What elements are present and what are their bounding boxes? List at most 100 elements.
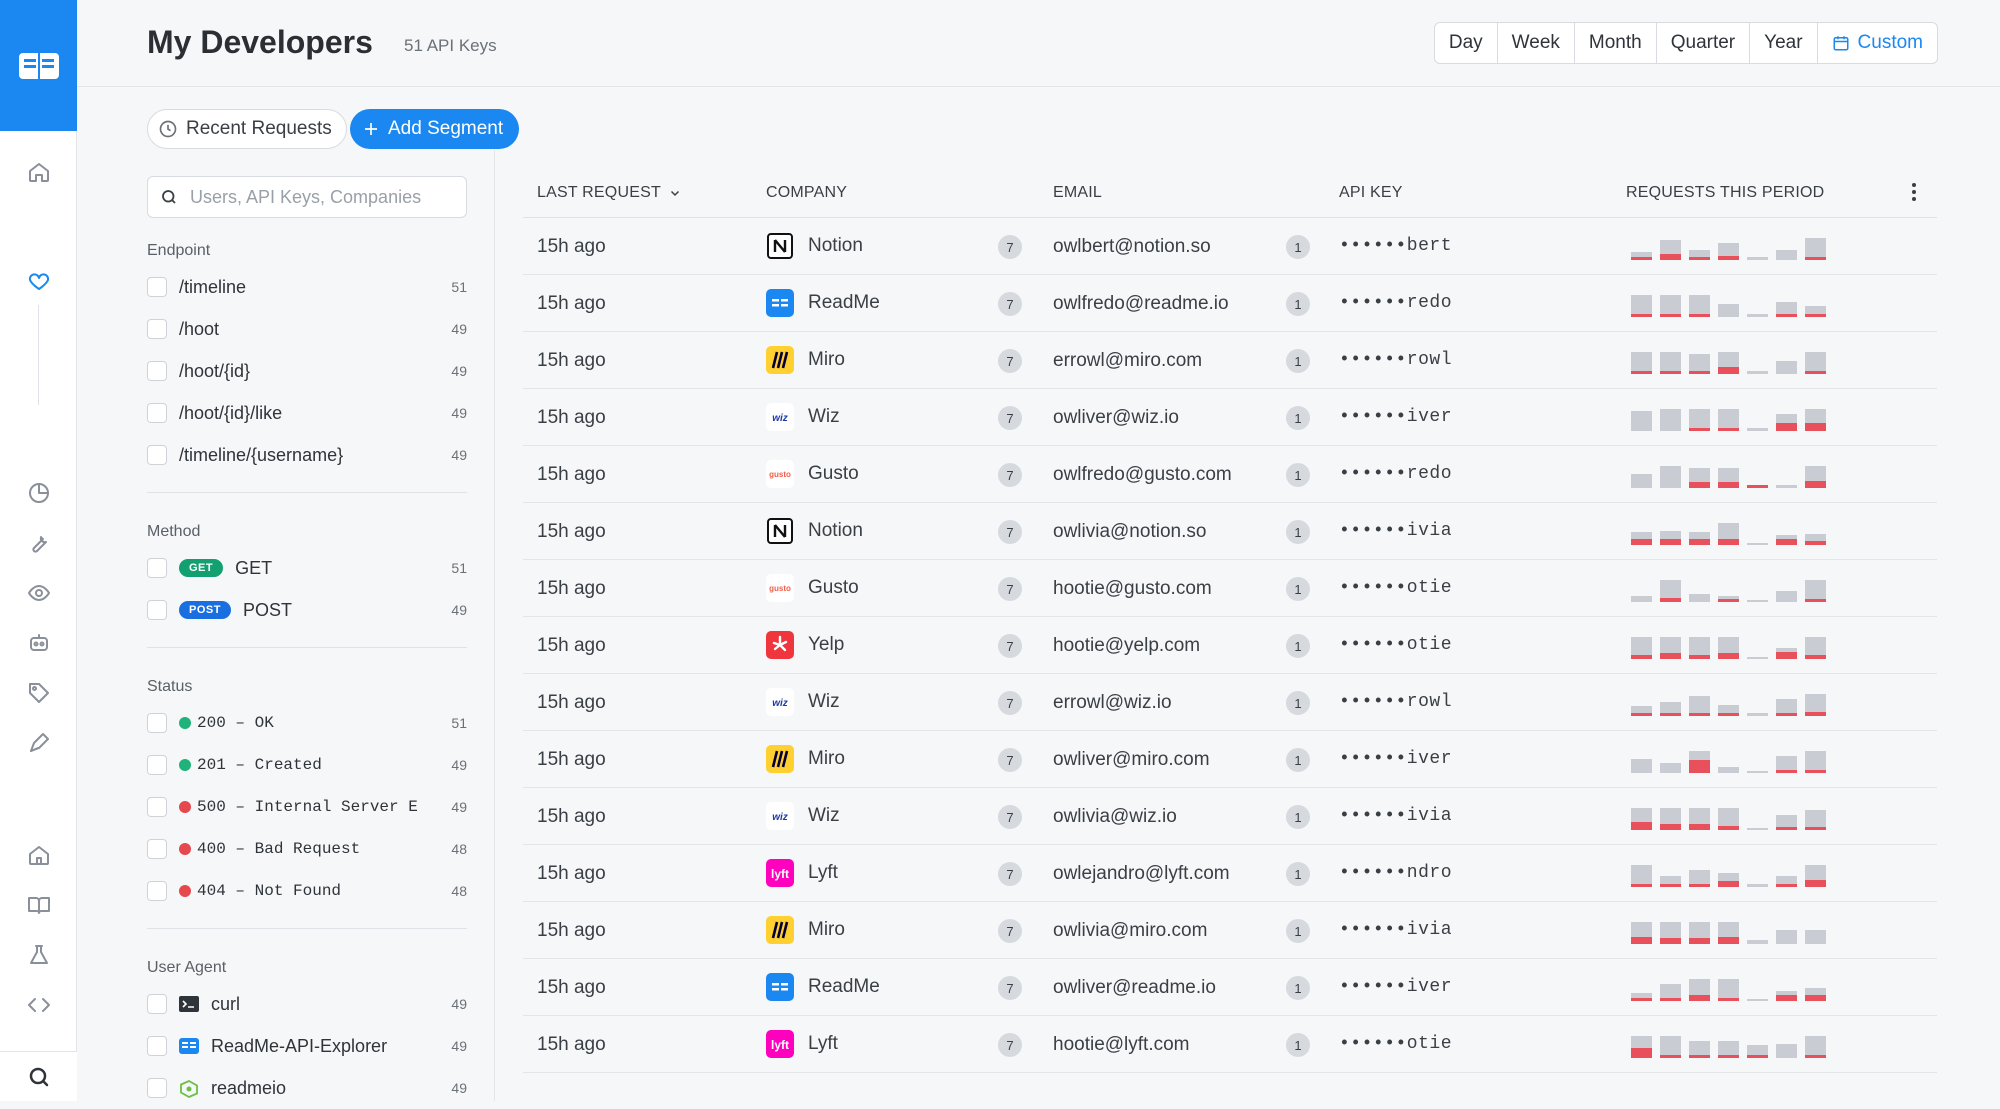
checkbox[interactable] [147,713,167,733]
endpoint-filter-3[interactable]: /hoot/{id}/like 49 [147,392,467,434]
checkbox[interactable] [147,319,167,339]
api-key[interactable]: ••••••ivia [1339,521,1452,541]
email[interactable]: owlivia@miro.com [1053,920,1207,942]
eye-icon[interactable] [26,580,52,606]
api-key[interactable]: ••••••redo [1339,293,1452,313]
table-row[interactable]: 15h ago wiz Wiz 7 owliver@wiz.io 1 ••••••iver [523,389,1937,446]
email[interactable]: owlbert@notion.so [1053,236,1211,258]
api-key[interactable]: ••••••iver [1339,407,1452,427]
recent-requests-button[interactable]: Recent Requests [147,109,347,149]
table-row[interactable]: 15h ago Notion 7 owlivia@notion.so 1 ••••••iv… [523,503,1937,560]
table-row[interactable]: 15h ago Miro 7 errowl@miro.com 1 ••••••rowl [523,332,1937,389]
table-row[interactable]: 15h ago gusto Gusto 7 hootie@gusto.com 1 •••••… [523,560,1937,617]
tag-icon[interactable] [26,680,52,706]
heart-icon[interactable] [26,268,52,294]
email[interactable]: owlfredo@readme.io [1053,293,1229,315]
method-filter-0[interactable]: GET GET 51 [147,547,467,589]
email[interactable]: hootie@yelp.com [1053,635,1200,657]
col-last-request[interactable]: LAST REQUEST [537,184,681,202]
checkbox[interactable] [147,445,167,465]
api-key[interactable]: ••••••ndro [1339,863,1452,883]
period-month[interactable]: Month [1575,23,1657,63]
code-icon[interactable] [26,992,52,1018]
status-filter-0[interactable]: 200 – OK 51 [147,702,467,744]
checkbox[interactable] [147,839,167,859]
endpoint-filter-1[interactable]: /hoot 49 [147,308,467,350]
checkbox[interactable] [147,558,167,578]
readme-logo[interactable] [0,0,77,131]
user-agent-filter-2[interactable]: readmeio 49 [147,1067,467,1109]
checkbox[interactable] [147,361,167,381]
period-year[interactable]: Year [1750,23,1818,63]
email[interactable]: owliver@wiz.io [1053,407,1179,429]
user-agent-filter-0[interactable]: curl 49 [147,983,467,1025]
api-key[interactable]: ••••••ivia [1339,920,1452,940]
checkbox[interactable] [147,403,167,423]
flask-icon[interactable] [26,942,52,968]
api-key[interactable]: ••••••iver [1339,749,1452,769]
col-company[interactable]: COMPANY [766,184,847,202]
checkbox[interactable] [147,277,167,297]
home-outline-icon[interactable] [26,842,52,868]
user-agent-filter-1[interactable]: ReadMe-API-Explorer 49 [147,1025,467,1067]
email[interactable]: owlejandro@lyft.com [1053,863,1230,885]
api-key[interactable]: ••••••otie [1339,635,1452,655]
robot-icon[interactable] [26,630,52,656]
period-quarter[interactable]: Quarter [1657,23,1751,63]
checkbox[interactable] [147,1078,167,1098]
wrench-icon[interactable] [26,530,52,556]
email[interactable]: owlivia@wiz.io [1053,806,1177,828]
api-key[interactable]: ••••••ivia [1339,806,1452,826]
status-filter-4[interactable]: 404 – Not Found 48 [147,870,467,912]
status-filter-2[interactable]: 500 – Internal Server E 49 [147,786,467,828]
email[interactable]: owliver@readme.io [1053,977,1216,999]
api-key[interactable]: ••••••otie [1339,578,1452,598]
table-row[interactable]: 15h ago lyft Lyft 7 hootie@lyft.com 1 ••••••ot… [523,1016,1937,1073]
endpoint-filter-0[interactable]: /timeline 51 [147,266,467,308]
api-key[interactable]: ••••••otie [1339,1034,1452,1054]
status-filter-1[interactable]: 201 – Created 49 [147,744,467,786]
email[interactable]: errowl@miro.com [1053,350,1202,372]
api-key[interactable]: ••••••redo [1339,464,1452,484]
table-row[interactable]: 15h ago gusto Gusto 7 owlfredo@gusto.com 1 •••… [523,446,1937,503]
checkbox[interactable] [147,600,167,620]
checkbox[interactable] [147,797,167,817]
email[interactable]: owlivia@notion.so [1053,521,1206,543]
api-key[interactable]: ••••••iver [1339,977,1452,997]
table-row[interactable]: 15h ago wiz Wiz 7 owlivia@wiz.io 1 ••••••ivia [523,788,1937,845]
col-email[interactable]: EMAIL [1053,184,1102,202]
pie-chart-icon[interactable] [26,480,52,506]
api-key[interactable]: ••••••bert [1339,236,1452,256]
table-row[interactable]: 15h ago Yelp 7 hootie@yelp.com 1 ••••••otie [523,617,1937,674]
table-row[interactable]: 15h ago ReadMe 7 owliver@readme.io 1 ••••••iv… [523,959,1937,1016]
table-row[interactable]: 15h ago Notion 7 owlbert@notion.so 1 ••••••be… [523,218,1937,275]
period-week[interactable]: Week [1498,23,1575,63]
book-icon[interactable] [26,892,52,918]
checkbox[interactable] [147,881,167,901]
table-row[interactable]: 15h ago Miro 7 owlivia@miro.com 1 ••••••ivia [523,902,1937,959]
checkbox[interactable] [147,994,167,1014]
api-key[interactable]: ••••••rowl [1339,350,1452,370]
col-requests[interactable]: REQUESTS THIS PERIOD [1626,184,1824,202]
more-options-icon[interactable] [1911,182,1917,207]
table-row[interactable]: 15h ago lyft Lyft 7 owlejandro@lyft.com 1 ••••… [523,845,1937,902]
period-day[interactable]: Day [1435,23,1498,63]
checkbox[interactable] [147,1036,167,1056]
table-row[interactable]: 15h ago wiz Wiz 7 errowl@wiz.io 1 ••••••rowl [523,674,1937,731]
add-segment-button[interactable]: Add Segment [350,109,520,149]
email[interactable]: owliver@miro.com [1053,749,1210,771]
search-input[interactable] [190,186,450,208]
period-custom[interactable]: Custom [1818,23,1937,63]
search-icon[interactable] [26,1064,52,1090]
email[interactable]: owlfredo@gusto.com [1053,464,1232,486]
api-key[interactable]: ••••••rowl [1339,692,1452,712]
status-filter-3[interactable]: 400 – Bad Request 48 [147,828,467,870]
brush-icon[interactable] [26,730,52,756]
endpoint-filter-2[interactable]: /hoot/{id} 49 [147,350,467,392]
checkbox[interactable] [147,755,167,775]
table-row[interactable]: 15h ago Miro 7 owliver@miro.com 1 ••••••iver [523,731,1937,788]
email[interactable]: hootie@lyft.com [1053,1034,1190,1056]
col-api-key[interactable]: API KEY [1339,184,1403,202]
home-icon[interactable] [26,159,52,185]
email[interactable]: hootie@gusto.com [1053,578,1212,600]
